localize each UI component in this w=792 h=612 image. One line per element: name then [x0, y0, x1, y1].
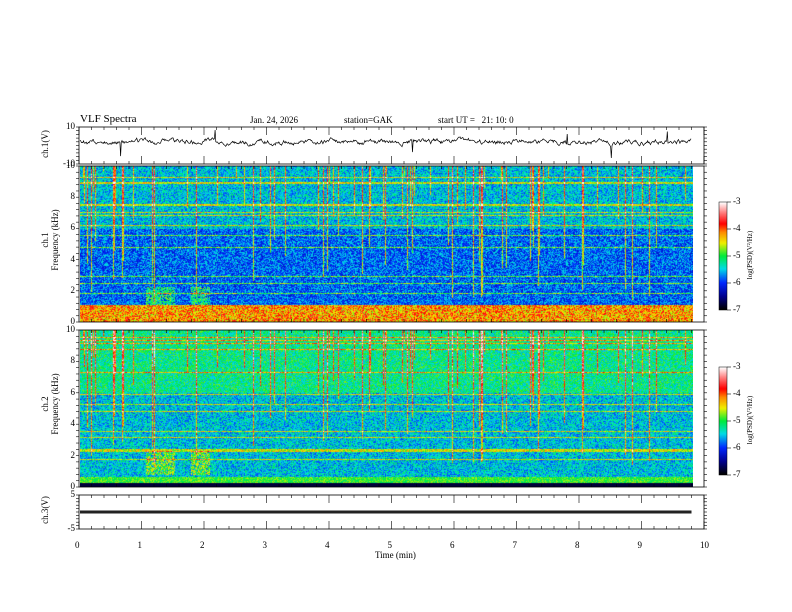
vlf-spectra-figure: VLF Spectra Jan. 24, 2026 station=GAK st…	[0, 0, 792, 612]
x-tick-label: 3	[262, 540, 268, 550]
x-tick-label: 5	[387, 540, 393, 550]
colorbar-tick-label: -3	[733, 196, 741, 206]
colorbar-tick-label: -7	[733, 304, 741, 314]
colorbar-tick-label: -3	[733, 361, 741, 371]
colorbar-tick-label: -5	[733, 250, 741, 260]
x-tick-label: 6	[450, 540, 455, 550]
y-tick-label: 10	[66, 160, 75, 170]
ch1-colorbar-label: log(PSD)(V²/Hz)	[746, 230, 754, 280]
y-tick-label: 2	[70, 284, 76, 295]
colorbar-tick-label: -7	[733, 469, 741, 479]
x-tick-label: 2	[200, 540, 205, 550]
x-tick-label: 1	[137, 540, 143, 550]
ch3-ylabel: ch.3(V)	[40, 496, 50, 524]
x-tick-label: 8	[575, 540, 580, 550]
x-tick-label: 0	[75, 540, 80, 550]
panel-frame	[78, 165, 705, 323]
y-tick-label: 6	[70, 386, 76, 397]
colorbar-tick-label: -6	[733, 277, 741, 287]
colorbar-frame	[718, 366, 728, 476]
y-tick-label: 4	[70, 253, 76, 264]
panel-frame	[78, 329, 705, 488]
y-tick-label: -5	[67, 523, 76, 533]
x-tick-label: 10	[700, 540, 709, 550]
y-tick-label: 5	[70, 489, 76, 499]
ch2-spec-ylabel: ch.2 Frequency (kHz)	[40, 359, 60, 449]
x-tick-label: 9	[637, 540, 643, 550]
ch2-colorbar-label: log(PSD)(V²/Hz)	[746, 395, 754, 445]
colorbar-tick-label: -4	[733, 223, 741, 233]
colorbar-tick-label: -5	[733, 415, 741, 425]
y-tick-label: 10	[66, 324, 75, 334]
y-tick-label: 8	[70, 355, 76, 366]
colorbar-tick-label: -6	[733, 442, 741, 452]
y-tick-label: 8	[70, 191, 76, 202]
x-axis-label: Time (min)	[375, 550, 416, 560]
ch1-waveform-line	[79, 129, 692, 159]
ch1-spec-ylabel: ch.1 Frequency (kHz)	[40, 195, 60, 285]
y-tick-label: 4	[70, 418, 76, 429]
ch3-waveform-line	[80, 510, 692, 514]
ch2-spec-ylabel-line2: Frequency (kHz)	[50, 373, 60, 435]
ch1-spec-ylabel-line2: Frequency (kHz)	[50, 209, 60, 271]
y-tick-label: 10	[66, 121, 75, 131]
x-tick-label: 4	[325, 540, 330, 550]
x-tick-label: 7	[512, 540, 518, 550]
y-tick-label: 6	[70, 222, 76, 233]
plot-axes	[76, 126, 731, 530]
ch1-ylabel: ch.1(V)	[40, 130, 50, 158]
ch1-spec-ylabel-line1: ch.1	[40, 232, 50, 248]
y-tick-label: 2	[70, 449, 76, 460]
ch2-spec-ylabel-line1: ch.2	[40, 396, 50, 412]
colorbar-tick-label: -4	[733, 388, 741, 398]
colorbar-frame	[718, 201, 728, 311]
